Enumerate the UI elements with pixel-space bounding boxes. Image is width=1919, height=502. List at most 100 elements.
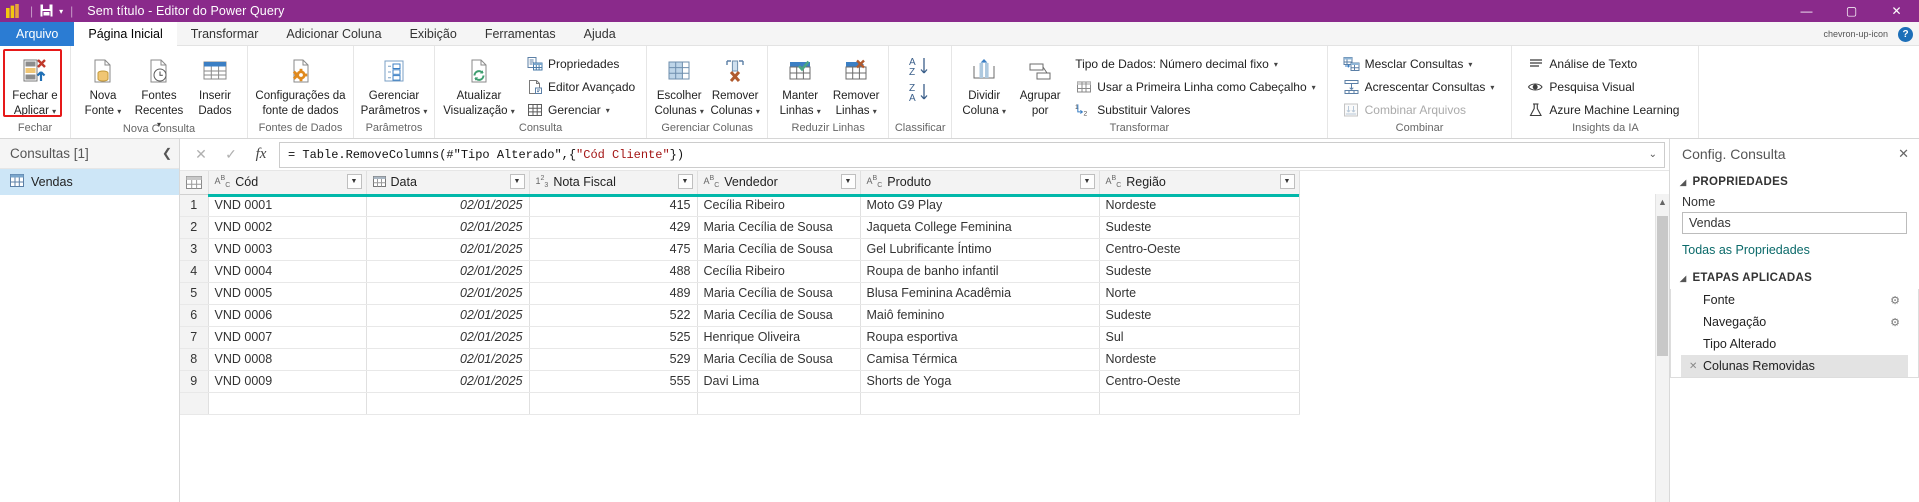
close-icon[interactable]: ✕ (1898, 146, 1909, 162)
advanced-editor-button[interactable]: Editor Avançado (523, 77, 638, 97)
filter-dropdown-icon-cod[interactable]: ▼ (346, 174, 362, 189)
chevron-left-icon[interactable]: ❮ (162, 146, 172, 160)
refresh-preview-button[interactable]: Atualizar Visualização ▾ (439, 49, 519, 118)
combine-files-button[interactable]: Combinar Arquivos (1340, 100, 1498, 120)
table-row[interactable]: 5 VND 0005 02/01/2025 489 Maria Cecília … (180, 282, 1300, 305)
column-header-data[interactable]: Data ▼ (366, 171, 530, 195)
chevron-down-icon[interactable]: ⌄ (1649, 149, 1657, 161)
close-and-apply-icon (20, 54, 50, 88)
column-header-vendedor[interactable]: ABC Vendedor ▼ (697, 171, 861, 195)
accept-check-icon[interactable]: ✓ (216, 143, 246, 167)
tab-pagina-inicial[interactable]: Página Inicial (74, 22, 177, 46)
use-first-row-header-button[interactable]: Usar a Primeira Linha como Cabeçalho ▾ (1072, 77, 1318, 97)
grid-corner-cell[interactable] (180, 171, 209, 195)
type-icon-number-nota: 123 (535, 175, 549, 190)
maximize-button[interactable]: ▢ (1829, 0, 1874, 22)
recent-sources-button[interactable]: Fontes Recentes ▾ (131, 49, 187, 131)
grid-vertical-scrollbar[interactable]: ▲ (1655, 194, 1669, 502)
table-row[interactable]: 1 VND 0001 02/01/2025 415 Cecília Ribeir… (180, 194, 1300, 217)
manage-button[interactable]: Gerenciar ▾ (523, 100, 638, 120)
tab-ferramentas[interactable]: Ferramentas (471, 22, 570, 46)
filter-dropdown-icon-data[interactable]: ▼ (509, 174, 525, 189)
azure-ml-button[interactable]: Azure Machine Learning (1524, 100, 1682, 120)
formula-prefix: = Table.RemoveColumns(#"Tipo Alterado",{ (288, 147, 577, 162)
replace-values-button[interactable]: 1 2 Substituir Valores (1072, 100, 1318, 120)
applied-steps-section-header[interactable]: ◢ ETAPAS APLICADAS (1670, 259, 1919, 287)
applied-step-colunas-removidas[interactable]: ✕ Colunas Removidas (1681, 355, 1908, 377)
cell-regiao: Nordeste (1099, 348, 1300, 371)
properties-section-header[interactable]: ◢ PROPRIEDADES (1670, 169, 1919, 191)
formula-input[interactable]: = Table.RemoveColumns(#"Tipo Alterado",{… (279, 141, 1665, 168)
applied-step-tipo-alterado[interactable]: Tipo Alterado (1681, 333, 1908, 355)
gear-icon[interactable]: ⚙ (1890, 316, 1900, 329)
sort-ascending-button[interactable]: A Z (907, 55, 933, 77)
filter-dropdown-icon-nota[interactable]: ▼ (677, 174, 693, 189)
new-source-button[interactable]: Nova Fonte ▾ (75, 49, 131, 118)
scrollbar-thumb[interactable] (1657, 216, 1668, 356)
sort-descending-button[interactable]: Z A (907, 81, 933, 103)
column-header-nota-fiscal[interactable]: 123 Nota Fiscal ▼ (529, 171, 698, 195)
column-header-produto[interactable]: ABC Produto ▼ (860, 171, 1100, 195)
append-queries-button[interactable]: Acrescentar Consultas ▾ (1340, 77, 1498, 97)
remove-columns-label-1: Remover (711, 90, 759, 102)
quick-access-dropdown-icon[interactable]: ▾ (59, 7, 63, 16)
save-icon[interactable] (40, 4, 54, 18)
filter-dropdown-icon-vendedor[interactable]: ▼ (840, 174, 856, 189)
data-grid: ABC Cód ▼ Data ▼ 123 Nota Fiscal ▼ ABC V… (180, 171, 1669, 502)
choose-columns-button[interactable]: Escolher Colunas ▾ (651, 49, 707, 118)
table-row[interactable]: 7 VND 0007 02/01/2025 525 Henrique Olive… (180, 326, 1300, 349)
table-row[interactable]: 4 VND 0004 02/01/2025 488 Cecília Ribeir… (180, 260, 1300, 283)
help-icon[interactable]: ? (1898, 26, 1913, 42)
table-row[interactable]: 6 VND 0006 02/01/2025 522 Maria Cecília … (180, 304, 1300, 327)
column-header-regiao[interactable]: ABC Região ▼ (1099, 171, 1300, 195)
ribbon-group-combinar: Mesclar Consultas ▾ Acrescentar Consulta… (1328, 46, 1513, 138)
tab-exibicao[interactable]: Exibição (396, 22, 471, 46)
table-row[interactable]: 2 VND 0002 02/01/2025 429 Maria Cecília … (180, 216, 1300, 239)
tab-ajuda[interactable]: Ajuda (570, 22, 630, 46)
tab-arquivo[interactable]: Arquivo (0, 22, 75, 46)
split-column-button[interactable]: Dividir Coluna ▾ (956, 49, 1012, 118)
split-column-label-1: Dividir (968, 90, 1001, 102)
cell-produto: Shorts de Yoga (860, 370, 1100, 393)
scroll-up-arrow-icon[interactable]: ▲ (1656, 197, 1669, 207)
cell-regiao: Sul (1099, 326, 1300, 349)
delete-step-icon[interactable]: ✕ (1689, 361, 1697, 372)
enter-data-button[interactable]: Inserir Dados (187, 49, 243, 118)
manage-parameters-button[interactable]: Gerenciar Parâmetros ▾ (358, 49, 430, 118)
chevron-up-icon[interactable]: chevron-up-icon (1823, 29, 1888, 39)
data-source-settings-button[interactable]: Configurações da fonte de dados (252, 49, 349, 118)
properties-button[interactable]: Propriedades (523, 54, 638, 74)
close-button[interactable]: ✕ (1874, 0, 1919, 22)
query-item-vendas[interactable]: Vendas (0, 169, 179, 195)
column-header-cod[interactable]: ABC Cód ▼ (208, 171, 367, 195)
minimize-button[interactable]: — (1784, 0, 1829, 22)
cancel-x-icon[interactable]: ✕ (186, 143, 216, 167)
text-analytics-button[interactable]: Análise de Texto (1524, 54, 1682, 74)
table-row[interactable]: 9 VND 0009 02/01/2025 555 Davi Lima Shor… (180, 370, 1300, 393)
merge-queries-button[interactable]: Mesclar Consultas ▾ (1340, 54, 1498, 74)
all-properties-link[interactable]: Todas as Propriedades (1670, 234, 1919, 259)
gear-icon[interactable]: ⚙ (1890, 294, 1900, 307)
data-type-button[interactable]: Tipo de Dados: Número decimal fixo ▾ (1072, 54, 1318, 74)
applied-step-navegacao[interactable]: Navegação ⚙ (1681, 311, 1908, 333)
filter-dropdown-icon-produto[interactable]: ▼ (1079, 174, 1095, 189)
remove-columns-button[interactable]: Remover Colunas ▾ (707, 49, 763, 118)
quick-access-toolbar[interactable]: ▾ (37, 4, 66, 18)
applied-step-fonte[interactable]: Fonte ⚙ (1681, 289, 1908, 311)
filter-dropdown-icon-regiao[interactable]: ▼ (1279, 174, 1295, 189)
keep-rows-button[interactable]: Manter Linhas ▾ (772, 49, 828, 118)
close-and-apply-button[interactable]: Fechar e Aplicar ▾ (4, 49, 66, 118)
vision-button[interactable]: Pesquisa Visual (1524, 77, 1682, 97)
name-input[interactable]: Vendas (1682, 212, 1907, 234)
table-icon (10, 174, 24, 190)
chevron-down-icon: ▾ (1490, 82, 1495, 92)
tab-adicionar-coluna[interactable]: Adicionar Coluna (272, 22, 395, 46)
group-by-button[interactable]: Agrupar por (1012, 49, 1068, 118)
table-row[interactable]: 3 VND 0003 02/01/2025 475 Maria Cecília … (180, 238, 1300, 261)
table-row[interactable] (180, 392, 1300, 415)
fx-icon[interactable]: fx (246, 143, 276, 167)
tab-transformar[interactable]: Transformar (177, 22, 273, 46)
remove-rows-button[interactable]: Remover Linhas ▾ (828, 49, 884, 118)
cell-data (366, 392, 530, 415)
table-row[interactable]: 8 VND 0008 02/01/2025 529 Maria Cecília … (180, 348, 1300, 371)
